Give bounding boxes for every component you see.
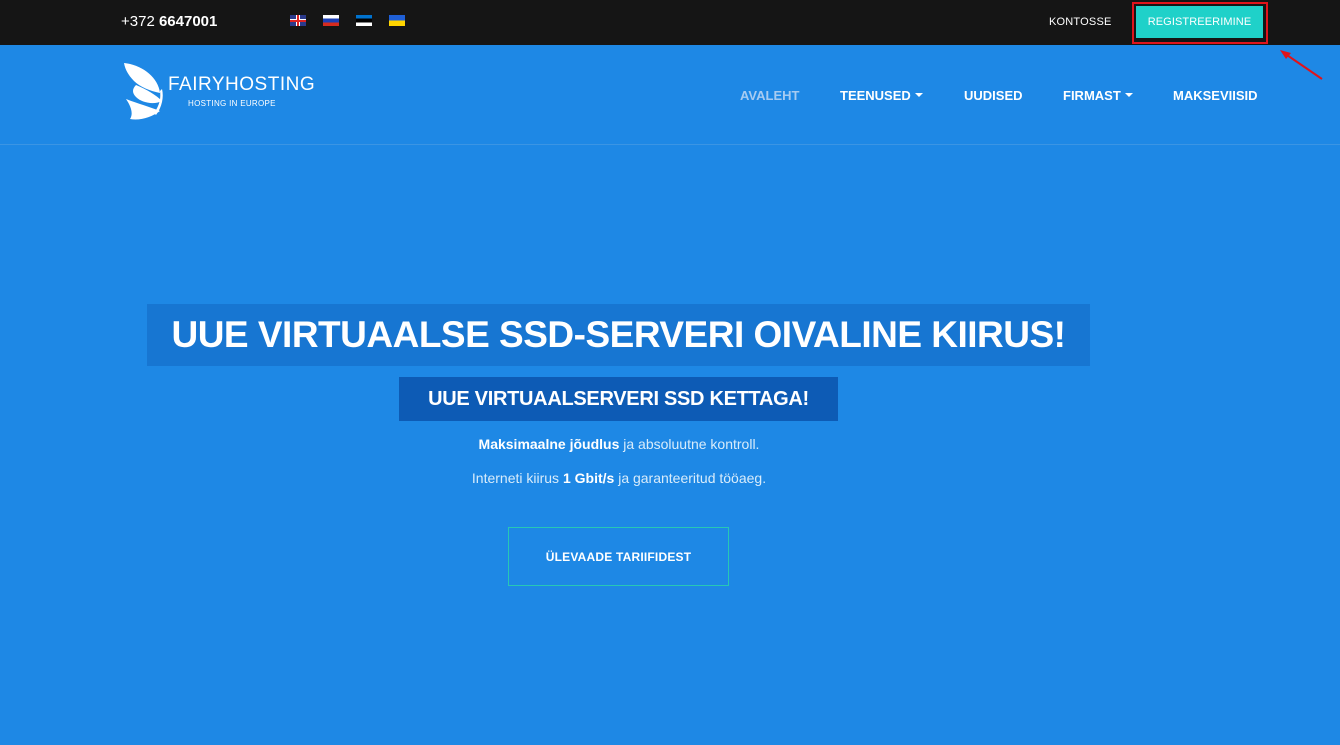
nav-item-label: TEENUSED bbox=[840, 88, 911, 103]
hero-title-box: UUE VIRTUAALSE SSD-SERVERI OIVALINE KIIR… bbox=[147, 304, 1090, 366]
register-button[interactable]: REGISTREERIMINE bbox=[1136, 6, 1263, 38]
language-switcher bbox=[290, 15, 405, 26]
hero-text-performance: Maksimaalne jõudlus ja absoluutne kontro… bbox=[0, 436, 1238, 452]
main-header: FAIRYHOSTING HOSTING IN EUROPE AVALEHT T… bbox=[0, 45, 1340, 145]
logo-tagline: HOSTING IN EUROPE bbox=[188, 99, 276, 108]
hero-subtitle-box: UUE VIRTUAALSERVERI SSD KETTAGA! bbox=[399, 377, 838, 421]
top-bar: +372 6647001 KONTOSSE REGISTREERIMINE bbox=[0, 0, 1340, 45]
nav-item-uudised[interactable]: UUDISED bbox=[964, 88, 1023, 103]
nav-item-label: FIRMAST bbox=[1063, 88, 1121, 103]
hero-text-bold: Maksimaalne jõudlus bbox=[478, 436, 620, 452]
flag-uk-icon[interactable] bbox=[290, 15, 306, 26]
phone-digits: 6647001 bbox=[158, 13, 218, 30]
tariffs-overview-button[interactable]: ÜLEVAADE TARIIFIDEST bbox=[508, 527, 729, 586]
hero-text-pre: Interneti kiirus bbox=[471, 470, 563, 486]
hero-text-bold: 1 Gbit/s bbox=[562, 470, 615, 486]
phone-prefix: +372 bbox=[121, 13, 155, 30]
flag-ua-icon[interactable] bbox=[389, 15, 405, 26]
hero-text-post: ja garanteeritud tööaeg. bbox=[614, 470, 767, 486]
logo-name: FAIRYHOSTING bbox=[168, 74, 316, 95]
phone-number[interactable]: +372 6647001 bbox=[121, 13, 217, 31]
nav-item-avaleht[interactable]: AVALEHT bbox=[740, 88, 799, 103]
nav-item-teenused[interactable]: TEENUSED bbox=[840, 88, 923, 103]
nav-item-makseviisid[interactable]: MAKSEVIISID bbox=[1173, 88, 1258, 103]
nav-item-firmast[interactable]: FIRMAST bbox=[1063, 88, 1133, 103]
caret-down-icon bbox=[914, 93, 923, 97]
hero-title: UUE VIRTUAALSE SSD-SERVERI OIVALINE KIIR… bbox=[171, 314, 1066, 355]
flag-ru-icon[interactable] bbox=[323, 15, 339, 26]
caret-down-icon bbox=[1124, 93, 1133, 97]
hero-text-speed: Interneti kiirus 1 Gbit/s ja garanteerit… bbox=[0, 470, 1238, 486]
hero-text-rest: ja absoluutne kontroll. bbox=[619, 436, 760, 452]
login-link[interactable]: KONTOSSE bbox=[1049, 16, 1112, 28]
hero-subtitle: UUE VIRTUAALSERVERI SSD KETTAGA! bbox=[428, 387, 809, 410]
flag-ee-icon[interactable] bbox=[356, 15, 372, 26]
